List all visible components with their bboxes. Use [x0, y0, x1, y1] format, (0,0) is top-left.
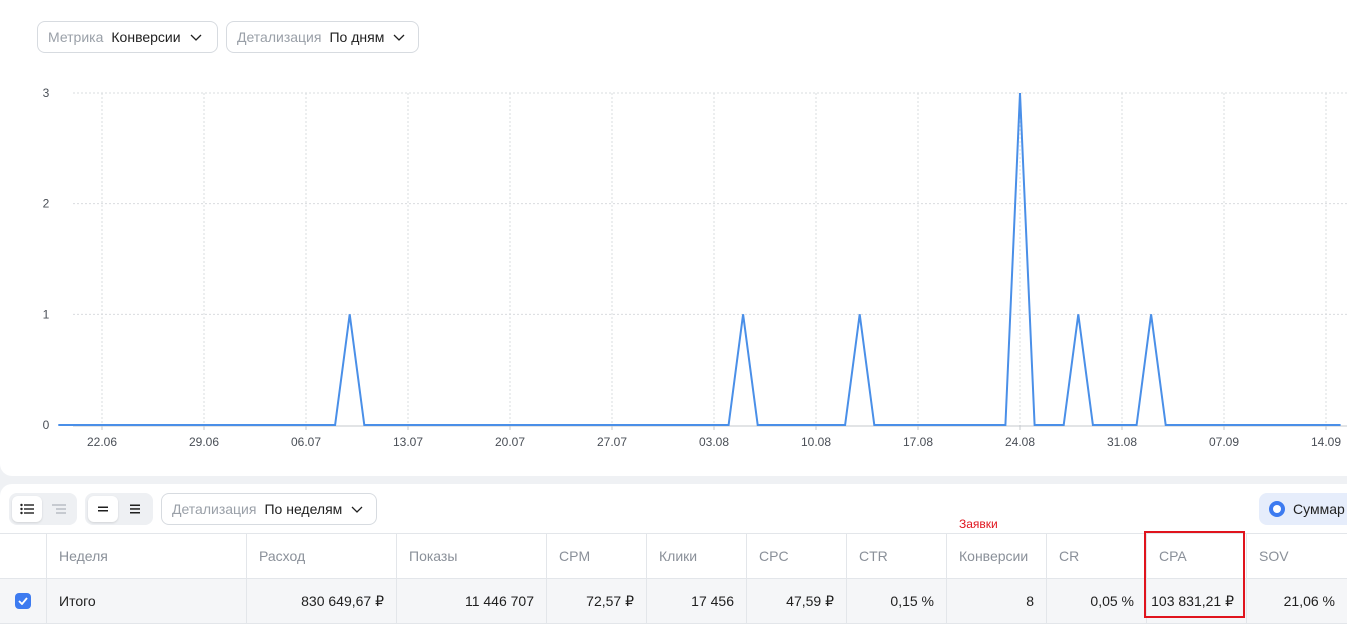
chevron-down-icon	[351, 506, 363, 513]
metric-dropdown-label: Метрика	[48, 29, 104, 45]
x-tick-label: 03.08	[699, 435, 729, 449]
table-cell: 47,59 ₽	[747, 579, 847, 623]
column-header[interactable]: Конверсии	[947, 534, 1047, 578]
x-tick-label: 20.07	[495, 435, 525, 449]
checkmark-icon	[18, 597, 28, 605]
table-header-row: Неделя Расход Показы CPM Клики CPC CTR К…	[0, 533, 1347, 578]
chevron-down-icon	[190, 34, 202, 41]
y-tick-label: 3	[43, 86, 50, 100]
column-header[interactable]: Неделя	[47, 534, 247, 578]
x-tick-label: 17.08	[903, 435, 933, 449]
table-cell: 0,15 %	[847, 579, 947, 623]
list-icon	[20, 503, 34, 515]
table-row: Итого 830 649,67 ₽ 11 446 707 72,57 ₽ 17…	[0, 578, 1347, 624]
list-view-button[interactable]	[12, 496, 42, 522]
annotation-label: Заявки	[959, 517, 998, 531]
table-cell: 0,05 %	[1047, 579, 1147, 623]
summary-icon	[1269, 501, 1285, 517]
table-cell: 17 456	[647, 579, 747, 623]
table-detail-dropdown[interactable]: Детализация По неделям	[161, 493, 377, 525]
detail-dropdown-label: Детализация	[237, 29, 322, 45]
x-tick-label: 31.08	[1107, 435, 1137, 449]
table-detail-dropdown-value: По неделям	[264, 501, 343, 517]
chevron-down-icon	[393, 34, 405, 41]
column-header[interactable]: CR	[1047, 534, 1147, 578]
row-density-toggle	[85, 493, 153, 525]
metric-dropdown[interactable]: Метрика Конверсии	[37, 21, 218, 53]
table-cell: 72,57 ₽	[547, 579, 647, 623]
table-detail-dropdown-label: Детализация	[172, 501, 257, 517]
table-cell: 103 831,21 ₽	[1147, 579, 1247, 623]
table-cell: 21,06 %	[1283, 593, 1335, 609]
metric-dropdown-value: Конверсии	[111, 29, 181, 45]
x-tick-label: 13.07	[393, 435, 423, 449]
column-header[interactable]: Расход	[247, 534, 397, 578]
x-tick-label: 29.06	[189, 435, 219, 449]
column-header[interactable]: CTR	[847, 534, 947, 578]
x-tick-label: 10.08	[801, 435, 831, 449]
table-cell: 830 649,67 ₽	[247, 579, 397, 623]
column-header[interactable]: Клики	[647, 534, 747, 578]
chart-card: 0 1 2 3 22.06 29.06 06.07 13.07 20.07 27.07 03.08 1…	[0, 0, 1347, 476]
tree-view-button[interactable]	[44, 496, 74, 522]
x-tick-label: 22.06	[87, 435, 117, 449]
summary-button[interactable]: Суммар	[1259, 493, 1347, 525]
y-tick-label: 1	[43, 307, 50, 321]
column-header[interactable]: CPA	[1147, 534, 1247, 578]
header-checkbox-cell	[0, 534, 47, 578]
x-tick-label: 06.07	[291, 435, 321, 449]
column-header[interactable]: CPM	[547, 534, 647, 578]
conversions-series-line	[58, 92, 1341, 426]
nested-list-icon	[52, 504, 66, 514]
y-tick-label: 0	[43, 418, 50, 432]
column-header[interactable]: SOV	[1247, 534, 1347, 578]
comfortable-density-icon	[130, 504, 140, 514]
compact-rows-button[interactable]	[88, 496, 118, 522]
x-tick-label: 27.07	[597, 435, 627, 449]
column-header[interactable]: CPC	[747, 534, 847, 578]
summary-button-label: Суммар	[1293, 501, 1345, 517]
table-cell: 8	[947, 579, 1047, 623]
row-checkbox-cell	[0, 579, 47, 623]
row-checkbox[interactable]	[15, 593, 31, 609]
conversions-line-chart: 0 1 2 3 22.06 29.06 06.07 13.07 20.07 27.07 03.08 1…	[43, 86, 1347, 449]
view-mode-toggle	[9, 493, 77, 525]
column-header[interactable]: Показы	[397, 534, 547, 578]
compact-density-icon	[98, 506, 108, 512]
x-tick-label: 07.09	[1209, 435, 1239, 449]
detail-dropdown-value: По дням	[329, 29, 385, 45]
comfortable-rows-button[interactable]	[120, 496, 150, 522]
x-tick-label: 24.08	[1005, 435, 1035, 449]
x-tick-label: 14.09	[1311, 435, 1341, 449]
detail-dropdown[interactable]: Детализация По дням	[226, 21, 419, 53]
table-cell: 11 446 707	[397, 579, 547, 623]
total-label: Итого	[47, 579, 247, 623]
stats-table: Неделя Расход Показы CPM Клики CPC CTR К…	[0, 533, 1347, 624]
y-tick-label: 2	[43, 197, 50, 211]
